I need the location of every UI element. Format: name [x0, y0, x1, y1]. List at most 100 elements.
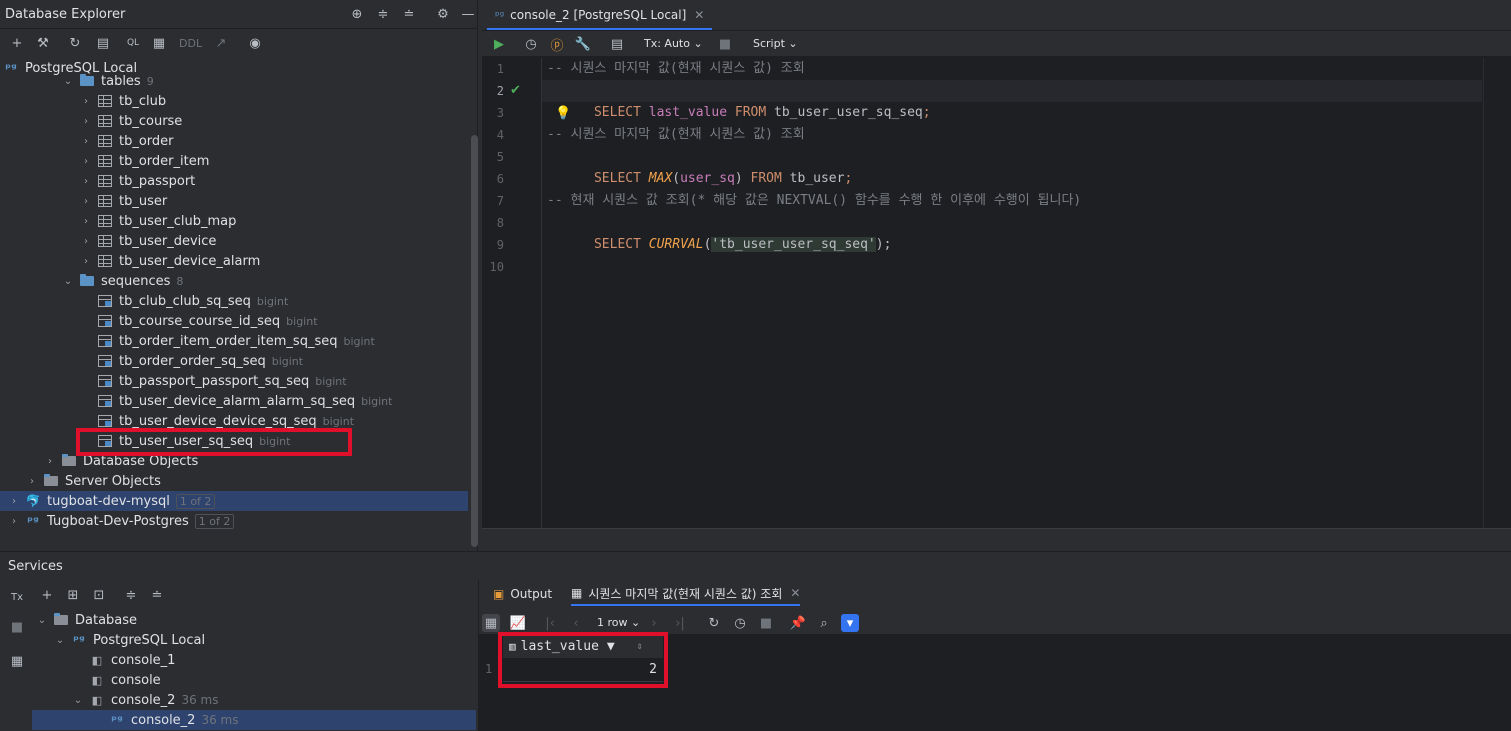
- jump-icon[interactable]: ↗: [212, 34, 230, 52]
- run-icon[interactable]: ▶: [490, 35, 508, 53]
- pin-icon[interactable]: ⓟ: [548, 35, 566, 54]
- table-node[interactable]: › tb_passport: [80, 171, 195, 191]
- refresh-icon[interactable]: ↻: [66, 34, 84, 52]
- stop-icon[interactable]: ■: [716, 35, 734, 53]
- column-header[interactable]: ▥ last_value ▼ ⇕: [503, 634, 663, 658]
- add-icon[interactable]: +: [38, 586, 56, 604]
- sequence-node[interactable]: tb_club_club_sq_seq bigint: [98, 291, 288, 311]
- ddl-button[interactable]: DDL: [179, 37, 202, 50]
- sequence-node[interactable]: tb_order_order_sq_seq bigint: [98, 351, 303, 371]
- gear-icon[interactable]: ⚙: [434, 5, 452, 23]
- pin-icon[interactable]: 📌: [789, 614, 807, 632]
- stop-icon[interactable]: ■: [8, 618, 26, 636]
- new-service-icon[interactable]: ⊡: [90, 586, 108, 604]
- next-page-icon[interactable]: ›: [645, 614, 663, 632]
- table-view-icon[interactable]: ▦: [482, 614, 500, 632]
- expand-all-icon[interactable]: ≑: [122, 586, 140, 604]
- table-cell[interactable]: 2: [503, 658, 663, 682]
- eye-icon[interactable]: ◉: [246, 34, 264, 52]
- editor-scrollbar-track[interactable]: [1483, 58, 1511, 528]
- database-objects-node[interactable]: › Database Objects: [44, 451, 198, 471]
- stop-icon[interactable]: ■: [757, 614, 775, 632]
- tables-folder[interactable]: ⌄ tables 9: [62, 74, 154, 88]
- table-node[interactable]: › tb_club: [80, 91, 166, 111]
- sequence-icon: [98, 335, 112, 347]
- services-console-child[interactable]: ᵖᵍ console_2 36 ms: [32, 710, 476, 730]
- filter-icon[interactable]: ▾: [841, 614, 859, 632]
- chevron-right-icon: ›: [12, 515, 16, 527]
- script-dropdown[interactable]: Script ⌄: [753, 37, 798, 50]
- code-area[interactable]: -- 시퀀스 마지막 값(현재 시퀀스 값) 조회 SELECT last_va…: [542, 58, 1482, 528]
- previous-page-icon[interactable]: ‹: [567, 614, 585, 632]
- divider: [0, 28, 478, 29]
- minimize-icon[interactable]: —: [459, 5, 477, 23]
- close-icon[interactable]: ✕: [790, 586, 800, 600]
- folder-icon: [44, 474, 58, 487]
- collapse-all-icon[interactable]: ≐: [148, 586, 166, 604]
- sequence-node[interactable]: tb_course_course_id_seq bigint: [98, 311, 318, 331]
- group-icon[interactable]: ⊞: [64, 586, 82, 604]
- table-node[interactable]: › tb_user_device_alarm: [80, 251, 260, 271]
- services-postgresql-local[interactable]: ⌄ ᵖᵍ PostgreSQL Local: [54, 630, 205, 650]
- table-view-icon[interactable]: ▦: [150, 34, 168, 52]
- chevron-right-icon: ›: [84, 135, 88, 147]
- postgresql-icon: ᵖᵍ: [5, 61, 17, 75]
- wrench-icon[interactable]: 🔧: [574, 35, 592, 53]
- services-console-item[interactable]: ◧ console_1: [90, 650, 181, 670]
- services-console-item[interactable]: ⌄ ◧ console_2 36 ms: [72, 690, 219, 710]
- tab-result[interactable]: ▦ 시퀀스 마지막 값(현재 시퀀스 값) 조회 ✕: [571, 582, 801, 606]
- services-console-item[interactable]: ◧ console: [90, 670, 167, 690]
- data-source-tugboat-dev-postgres[interactable]: › ᵖᵍ Tugboat-Dev-Postgres 1 of 2: [8, 511, 235, 531]
- refresh-icon[interactable]: ↻: [705, 614, 723, 632]
- tab-console-2[interactable]: ᵖᵍ console_2 [PostgreSQL Local] ✕: [487, 2, 713, 30]
- history-icon[interactable]: ◷: [522, 35, 540, 53]
- services-database-node[interactable]: ⌄ Database: [36, 610, 137, 630]
- first-page-icon[interactable]: |‹: [541, 614, 559, 632]
- search-icon[interactable]: ⌕: [815, 614, 833, 632]
- sequence-node[interactable]: tb_user_device_device_sq_seq bigint: [98, 411, 354, 431]
- table-icon[interactable]: ▤: [608, 35, 626, 53]
- close-icon[interactable]: ✕: [694, 8, 704, 22]
- tab-output[interactable]: ▣ Output: [493, 582, 552, 606]
- sequence-node[interactable]: tb_order_item_order_item_sq_seq bigint: [98, 331, 375, 351]
- sequence-node[interactable]: tb_user_user_sq_seq bigint: [98, 431, 290, 451]
- table-node[interactable]: › tb_order_item: [80, 151, 209, 171]
- locate-icon[interactable]: ⊕: [348, 5, 366, 23]
- scrollbar-thumb[interactable]: [471, 135, 478, 547]
- layout-icon[interactable]: ▦: [8, 652, 26, 670]
- page-size-dropdown[interactable]: 1 row ⌄: [597, 616, 640, 629]
- result-grid: ▥ last_value ▼ ⇕ 1 2: [479, 634, 1511, 731]
- sequence-node[interactable]: tb_passport_passport_sq_seq bigint: [98, 371, 347, 391]
- collapse-all-icon[interactable]: ≐: [400, 5, 418, 23]
- sort-icon[interactable]: ⇕: [637, 641, 643, 652]
- last-page-icon[interactable]: ›|: [671, 614, 689, 632]
- editor-horizontal-scrollbar[interactable]: [482, 528, 1511, 551]
- chevron-down-icon: ⌄: [73, 694, 83, 706]
- sequence-node[interactable]: tb_user_device_alarm_alarm_sq_seq bigint: [98, 391, 392, 411]
- editor-toolbar: ▶ ◷ ⓟ 🔧 ▤ Tx: Auto ⌄ ■ Script ⌄: [482, 31, 1511, 57]
- server-objects-node[interactable]: › Server Objects: [26, 471, 161, 491]
- chart-icon[interactable]: 📈: [509, 614, 527, 632]
- table-node[interactable]: › tb_user_club_map: [80, 211, 236, 231]
- sequence-icon: [98, 395, 112, 407]
- disconnect-icon[interactable]: ▤: [94, 34, 112, 52]
- table-node[interactable]: › tb_order: [80, 131, 174, 151]
- chevron-right-icon: ›: [48, 455, 52, 467]
- data-source-properties-icon[interactable]: ⚒: [34, 34, 52, 52]
- expand-all-icon[interactable]: ≑: [374, 5, 392, 23]
- console-icon: ◧: [91, 673, 103, 687]
- sequences-folder[interactable]: ⌄ sequences 8: [62, 271, 184, 291]
- add-icon[interactable]: +: [8, 34, 26, 52]
- table-node[interactable]: › tb_course: [80, 111, 182, 131]
- filter-icon[interactable]: ▼: [607, 639, 615, 654]
- mysql-icon: 🐬: [25, 494, 41, 508]
- tx-mode-dropdown[interactable]: Tx: Auto ⌄: [644, 37, 703, 50]
- console-icon: ◧: [91, 693, 103, 707]
- console-icon[interactable]: QL: [124, 34, 142, 52]
- history-icon[interactable]: ◷: [731, 614, 749, 632]
- data-source-tugboat-dev-mysql[interactable]: › 🐬 tugboat-dev-mysql 1 of 2: [0, 491, 468, 511]
- table-node[interactable]: › tb_user_device: [80, 231, 216, 251]
- transaction-icon[interactable]: Tx: [8, 588, 26, 606]
- chevron-right-icon: ›: [84, 175, 88, 187]
- table-node[interactable]: › tb_user: [80, 191, 167, 211]
